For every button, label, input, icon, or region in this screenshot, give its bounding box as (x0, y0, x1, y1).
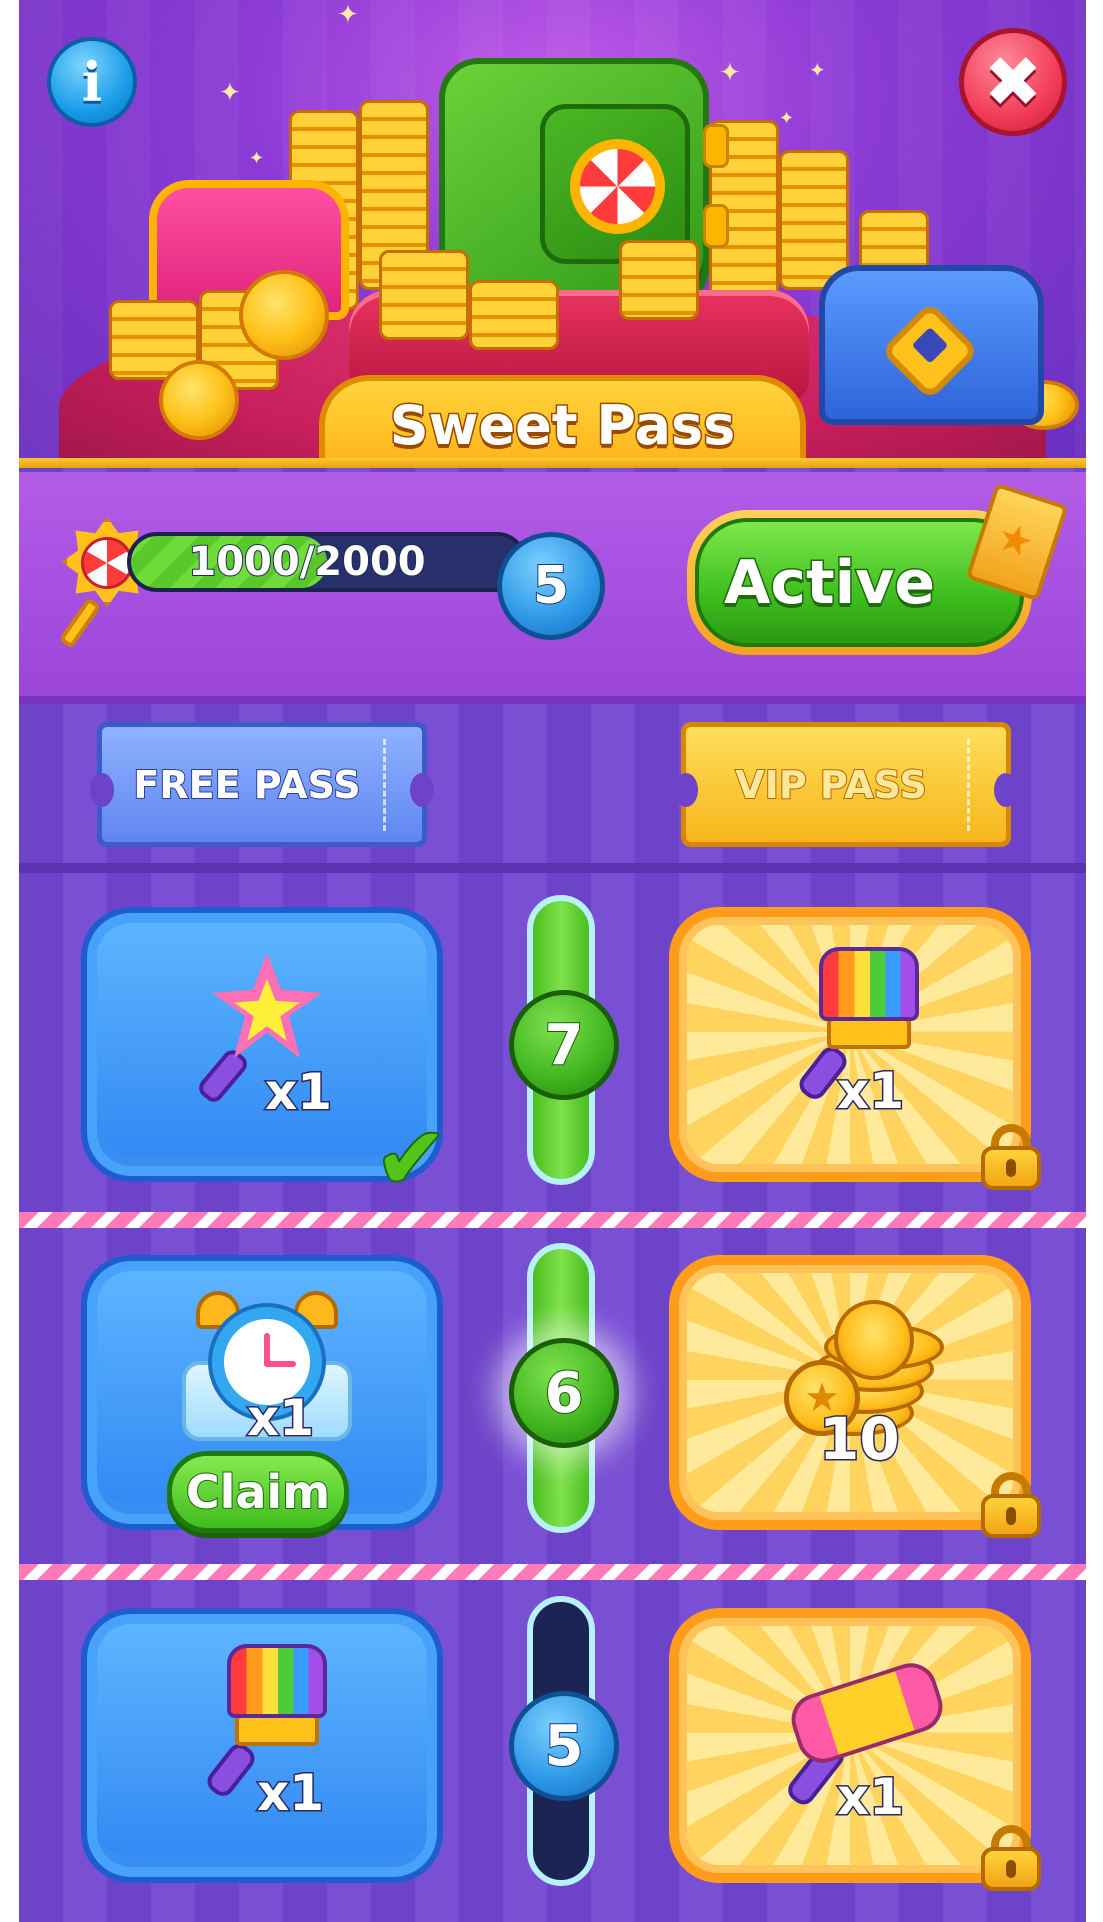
claim-button[interactable]: Claim (167, 1451, 349, 1533)
reward-quantity: x1 (263, 1062, 333, 1123)
progress-section: 1000/2000 5 Active (19, 472, 1086, 704)
tier-level-badge: 5 (509, 1691, 619, 1801)
sparkle-icon: ✦ (779, 108, 795, 129)
close-button[interactable]: ✖ (959, 28, 1067, 136)
tier-level-badge: 7 (509, 990, 619, 1100)
vip-reward-card[interactable]: x1 (669, 907, 1041, 1190)
candy-dial (570, 139, 665, 234)
progress-text: 1000/2000 (187, 538, 426, 586)
free-reward-card[interactable]: x1 ✔ (81, 907, 449, 1204)
tier-level-badge: 6 (509, 1338, 619, 1448)
vip-pass-tab[interactable]: VIP PASS (674, 722, 1018, 847)
coin-stack (469, 280, 559, 350)
reward-quantity: x1 (835, 1061, 905, 1122)
reward-quantity: x1 (835, 1767, 905, 1828)
tier-row-6: x1 Claim 6 ★ 10 (19, 1243, 1086, 1543)
reward-quantity: x1 (255, 1763, 325, 1824)
coin-stack (779, 150, 849, 290)
free-pass-tab: FREE PASS (90, 722, 434, 847)
sparkle-icon: ✦ (809, 58, 826, 82)
tier-row-5: x1 5 x1 (19, 1596, 1086, 1896)
sparkle-icon: ✦ (337, 0, 359, 30)
lock-icon (981, 1472, 1041, 1538)
vip-reward-card[interactable]: x1 (669, 1608, 1041, 1891)
coin (159, 360, 239, 440)
sparkle-icon: ✦ (249, 148, 265, 169)
free-reward-card[interactable]: x1 (81, 1608, 443, 1883)
reward-quantity: x1 (245, 1388, 315, 1449)
pass-header-row: FREE PASS VIP PASS (19, 712, 1086, 872)
reward-quantity: 10 (818, 1404, 902, 1475)
info-button[interactable]: i (47, 37, 137, 127)
checkmark-icon: ✔ (373, 1109, 449, 1209)
lock-icon (981, 1124, 1041, 1190)
page-title: Sweet Pass (388, 393, 736, 459)
vip-pass-label: VIP PASS (734, 762, 927, 808)
coin-stack (379, 250, 469, 340)
blue-treasure-chest (819, 265, 1044, 425)
sparkle-icon: ✦ (719, 58, 741, 88)
progress-bar: 1000/2000 (127, 532, 527, 592)
free-pass-label: FREE PASS (132, 762, 361, 808)
candy-divider (19, 1212, 1086, 1228)
vip-reward-card[interactable]: ★ 10 (669, 1255, 1041, 1538)
coin (239, 270, 329, 360)
active-label: Active (722, 546, 936, 619)
tier-row-7: x1 ✔ 7 x1 (19, 895, 1086, 1204)
lock-icon (981, 1825, 1041, 1891)
current-level-badge: 5 (497, 532, 605, 640)
info-icon: i (81, 50, 103, 114)
sweet-pass-panel: ✦ ✦ ✦ ✦ ✦ ✦ i ✖ Sweet Pass 1000/2000 5 A… (19, 0, 1086, 1922)
hero-banner: ✦ ✦ ✦ ✦ ✦ ✦ i ✖ Sweet Pass (19, 0, 1086, 468)
coin-stack (619, 240, 699, 320)
close-icon: ✖ (983, 41, 1043, 123)
candy-divider (19, 1564, 1086, 1580)
sparkle-icon: ✦ (219, 78, 241, 108)
title-banner: Sweet Pass (319, 375, 806, 468)
